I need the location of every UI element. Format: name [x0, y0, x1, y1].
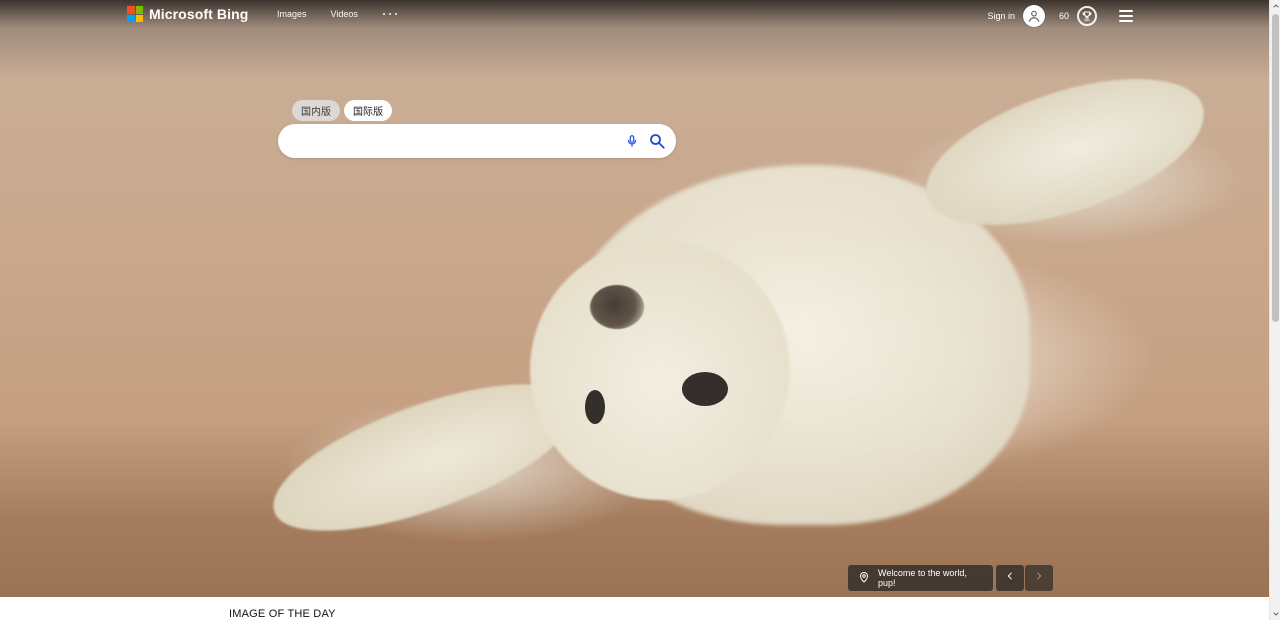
brand-text: Microsoft Bing	[149, 6, 249, 22]
image-caption[interactable]: Welcome to the world, pup!	[848, 565, 993, 591]
search-icon[interactable]	[647, 131, 667, 151]
top-nav: Images Videos	[277, 9, 398, 19]
tab-domestic[interactable]: 国内版	[292, 100, 340, 121]
user-icon[interactable]	[1022, 5, 1045, 27]
seal-eye-right	[682, 372, 728, 406]
nav-videos[interactable]: Videos	[331, 9, 358, 19]
page-scrollbar[interactable]	[1269, 0, 1280, 620]
chevron-left-icon	[1005, 569, 1015, 587]
seal-eye-left	[585, 390, 605, 424]
rewards-trophy-icon[interactable]	[1077, 6, 1097, 26]
location-pin-icon	[858, 571, 870, 585]
bing-brand[interactable]: Microsoft Bing	[127, 6, 248, 22]
top-bar: Microsoft Bing Images Videos Sign in 60	[0, 0, 1269, 32]
user-tools: Sign in 60	[987, 5, 1133, 27]
microsoft-logo-icon	[127, 6, 143, 22]
sign-in-link[interactable]: Sign in	[987, 11, 1015, 21]
image-of-the-day-heading: IMAGE OF THE DAY	[229, 608, 336, 620]
scrollbar-thumb[interactable]	[1272, 14, 1279, 322]
market-tabs: 国内版 国际版	[292, 100, 392, 121]
search-box	[278, 124, 676, 158]
tab-international[interactable]: 国际版	[344, 100, 392, 121]
seal-nose	[590, 285, 644, 329]
scroll-down-icon[interactable]	[1271, 609, 1280, 619]
nav-images[interactable]: Images	[277, 9, 307, 19]
hamburger-menu-icon[interactable]	[1119, 10, 1133, 22]
caption-text: Welcome to the world, pup!	[878, 568, 967, 588]
next-image-button[interactable]	[1025, 565, 1053, 591]
seal-head	[530, 240, 790, 500]
microphone-icon[interactable]	[623, 132, 641, 150]
seal-flipper-top	[909, 54, 1221, 250]
hero-background	[0, 0, 1269, 597]
previous-image-button[interactable]	[996, 565, 1024, 591]
chevron-right-icon	[1034, 569, 1044, 587]
search-input[interactable]	[294, 131, 614, 151]
scroll-up-icon[interactable]	[1271, 1, 1280, 11]
rewards-points[interactable]: 60	[1059, 11, 1069, 21]
more-dots-icon[interactable]	[382, 9, 398, 19]
